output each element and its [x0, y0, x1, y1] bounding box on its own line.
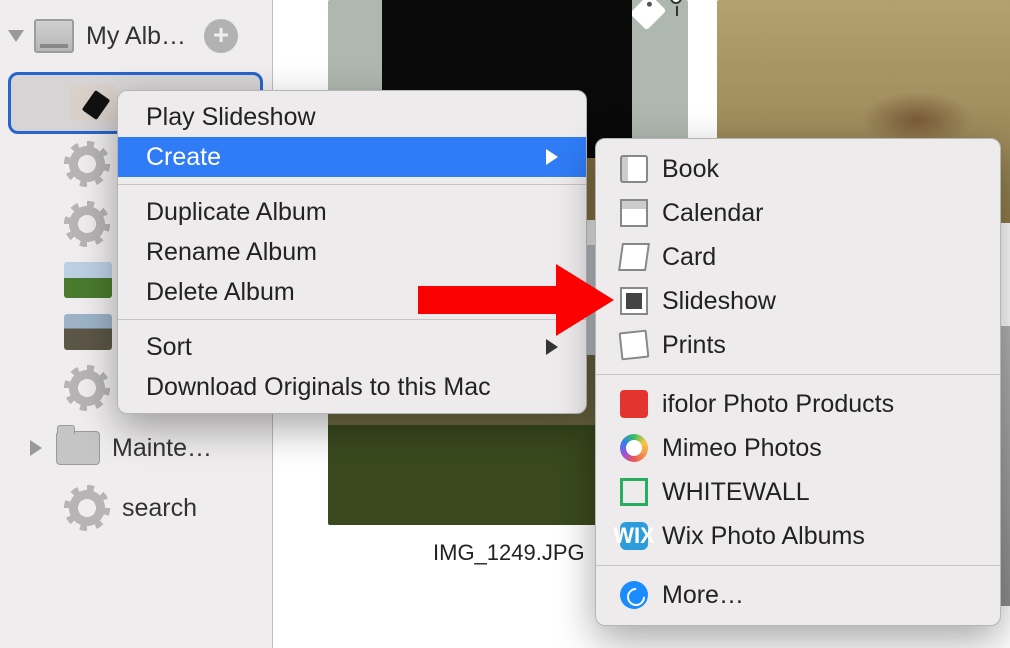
submenu-item-mimeo[interactable]: Mimeo Photos: [596, 426, 1000, 470]
mimeo-icon: [620, 434, 648, 462]
disclosure-triangle-icon[interactable]: [30, 440, 42, 456]
card-icon: [618, 243, 650, 271]
album-stack-icon: [34, 19, 74, 53]
album-thumbnail: [69, 85, 117, 121]
sidebar-item-maintenance[interactable]: Mainte…: [0, 418, 272, 478]
menu-item-label: Delete Album: [146, 278, 295, 307]
gear-icon: [64, 201, 110, 247]
location-pin-icon[interactable]: [670, 0, 682, 4]
menu-item-create[interactable]: Create: [118, 137, 586, 177]
gear-icon: [64, 141, 110, 187]
menu-item-rename-album[interactable]: Rename Album: [118, 232, 586, 272]
menu-item-label: Download Originals to this Mac: [146, 373, 491, 402]
menu-item-label: Wix Photo Albums: [662, 522, 865, 551]
keyword-tag-icon[interactable]: [630, 0, 667, 30]
submenu-item-whitewall[interactable]: WHITEWALL: [596, 470, 1000, 514]
submenu-arrow-icon: [546, 149, 558, 165]
menu-item-sort[interactable]: Sort: [118, 327, 586, 367]
submenu-item-slideshow[interactable]: Slideshow: [596, 279, 1000, 323]
sidebar-item-label: Mainte…: [112, 434, 212, 463]
menu-item-label: ifolor Photo Products: [662, 390, 894, 419]
menu-item-label: Sort: [146, 333, 192, 362]
book-icon: [620, 155, 648, 183]
submenu-create: Book Calendar Card Slideshow Prints ifol…: [595, 138, 1001, 626]
menu-separator: [118, 184, 586, 185]
folder-icon: [56, 431, 100, 465]
submenu-item-calendar[interactable]: Calendar: [596, 191, 1000, 235]
gear-icon: [64, 485, 110, 531]
menu-item-label: Rename Album: [146, 238, 317, 267]
sidebar-item-label: search: [122, 494, 197, 523]
menu-item-label: Slideshow: [662, 287, 776, 316]
album-thumbnail: [64, 262, 112, 298]
menu-separator: [596, 565, 1000, 566]
menu-separator: [118, 319, 586, 320]
context-menu: Play Slideshow Create Duplicate Album Re…: [117, 90, 587, 414]
menu-item-label: More…: [662, 581, 744, 610]
photo-caption: IMG_1249.JPG: [433, 540, 585, 566]
menu-item-delete-album[interactable]: Delete Album: [118, 272, 586, 312]
menu-item-label: Calendar: [662, 199, 763, 228]
menu-item-label: Book: [662, 155, 719, 184]
prints-icon: [619, 330, 650, 361]
sidebar-item-search[interactable]: search: [0, 478, 272, 538]
menu-item-label: Card: [662, 243, 716, 272]
wix-icon: [620, 522, 648, 550]
menu-item-label: Play Slideshow: [146, 103, 316, 132]
menu-item-label: WHITEWALL: [662, 478, 810, 507]
ifolor-icon: [620, 390, 648, 418]
gear-icon: [64, 365, 110, 411]
disclosure-triangle-icon[interactable]: [8, 30, 24, 42]
submenu-item-card[interactable]: Card: [596, 235, 1000, 279]
submenu-item-book[interactable]: Book: [596, 147, 1000, 191]
menu-item-label: Prints: [662, 331, 726, 360]
app-store-icon: [620, 581, 648, 609]
menu-item-label: Mimeo Photos: [662, 434, 822, 463]
menu-item-label: Duplicate Album: [146, 198, 327, 227]
add-album-button[interactable]: [204, 19, 238, 53]
submenu-item-ifolor[interactable]: ifolor Photo Products: [596, 382, 1000, 426]
whitewall-icon: [620, 478, 648, 506]
slideshow-icon: [620, 287, 648, 315]
sidebar-header-my-albums[interactable]: My Alb…: [0, 6, 272, 66]
menu-separator: [596, 374, 1000, 375]
menu-item-download-originals[interactable]: Download Originals to this Mac: [118, 367, 586, 407]
submenu-item-prints[interactable]: Prints: [596, 323, 1000, 367]
menu-item-label: Create: [146, 143, 221, 172]
sidebar-header-label: My Alb…: [86, 22, 186, 51]
menu-item-play-slideshow[interactable]: Play Slideshow: [118, 97, 586, 137]
submenu-item-more[interactable]: More…: [596, 573, 1000, 617]
menu-item-duplicate-album[interactable]: Duplicate Album: [118, 192, 586, 232]
calendar-icon: [620, 199, 648, 227]
submenu-arrow-icon: [546, 339, 558, 355]
submenu-item-wix[interactable]: Wix Photo Albums: [596, 514, 1000, 558]
album-thumbnail: [64, 314, 112, 350]
